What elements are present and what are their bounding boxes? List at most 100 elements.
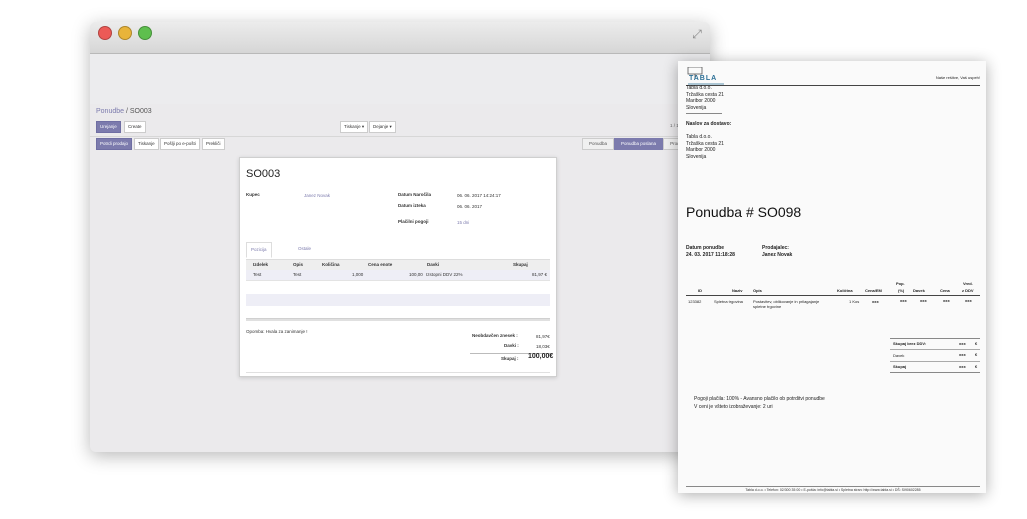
row-quantity: 1 Kos [849, 299, 860, 304]
row-product: Test [253, 272, 262, 277]
company-line: Slovenija [686, 104, 707, 111]
row-name: Spletna trgovina [714, 299, 743, 304]
col-tax: Davek [913, 288, 925, 293]
add-line-row[interactable] [246, 294, 550, 306]
edit-button[interactable]: Urejanje [96, 121, 121, 133]
total-label: Skupaj : [501, 356, 519, 361]
taxes-label: Davki : [504, 343, 519, 348]
col-id: ID [698, 288, 702, 293]
delivery-label: Naslov za dostavo: [686, 121, 732, 127]
row-discount: xxx [900, 298, 907, 303]
minimize-window-button[interactable] [118, 26, 132, 40]
footer-rule [686, 486, 980, 487]
row-id: 123382 [688, 299, 702, 304]
subtotal-currency: € [975, 341, 978, 346]
fullscreen-icon[interactable]: ⤢ [690, 27, 704, 41]
col-product[interactable]: Izdelek [253, 260, 268, 270]
breadcrumb-current: SO003 [129, 108, 152, 115]
col-quantity: Količina [837, 288, 853, 293]
expiry-date-field[interactable]: 06. 06. 2017 [457, 204, 482, 209]
order-date-label: Datum Naročila [398, 192, 432, 197]
total-value: 100,00€ [528, 353, 554, 360]
tab-other-info[interactable]: Ostale informacije [294, 242, 324, 265]
tab-order-lines[interactable]: Pozicija naročila [246, 242, 272, 266]
order-date-field[interactable]: 06. 06. 2017 14:24:17 [457, 193, 501, 198]
untaxed-amount-label: Neobdavčen znesek : [472, 333, 518, 338]
total-value: xxx [959, 364, 966, 369]
col-price: Cena [940, 288, 950, 293]
row-quantity: 1,000 [352, 272, 364, 277]
quote-date-label: Datum ponudbe [686, 245, 725, 251]
table-header-rule [686, 295, 980, 296]
row-total: 81,97 € [532, 272, 548, 277]
action-dropdown[interactable]: Dejanje ▾ [369, 121, 396, 133]
table-footer [246, 318, 550, 321]
pdf-quotation-page: TABLA Naše rešitve, Vaš uspeh! Tabla d.o… [678, 61, 986, 493]
breadcrumb: Ponudbe / SO003 [96, 108, 152, 115]
col-name: Naziv [732, 288, 743, 293]
logo-text: TABLA [689, 75, 718, 82]
col-unit-price[interactable]: Cena enote [368, 260, 392, 270]
tax-currency: € [975, 352, 978, 357]
col-taxes[interactable]: Davki [427, 260, 439, 270]
control-panel-divider [90, 136, 710, 137]
sheet-bottom-line [246, 372, 550, 373]
close-window-button[interactable] [98, 26, 112, 40]
top-nav-band [90, 54, 710, 104]
stage-quotation[interactable]: Ponudba [582, 138, 615, 150]
col-discount-bottom: (%) [898, 288, 905, 293]
window-titlebar: ⤢ [90, 22, 710, 54]
breadcrumb-parent[interactable]: Ponudbe [96, 108, 124, 115]
row-value: xxx [965, 298, 972, 303]
salesperson-label: Prodajalec: [762, 245, 789, 251]
subtotal-label: Skupaj brez DDV: [893, 341, 927, 346]
row-taxes: Izstopni DDV 22% [426, 272, 463, 277]
tabla-logo: TABLA [687, 66, 725, 85]
table-row[interactable]: Test Test 1,000 100,00 Izstopni DDV 22% … [246, 270, 550, 281]
payment-terms: Pogoji plačila: 100% - Avansno plačilo o… [694, 396, 825, 402]
totals-bottom-rule [890, 372, 980, 373]
create-button[interactable]: Create [124, 121, 146, 133]
col-discount-top: Pop. [896, 281, 905, 286]
taxes-value: 18,03€ [536, 344, 550, 349]
col-quantity[interactable]: Količina [322, 260, 340, 270]
company-slogan: Naše rešitve, Vaš uspeh! [935, 75, 980, 80]
print-button[interactable]: Tiskanje [134, 138, 159, 150]
row-tax: xxx [920, 298, 927, 303]
zoom-window-button[interactable] [138, 26, 152, 40]
document-title: Ponudba # SO098 [686, 204, 802, 220]
quote-date-value: 24. 03. 2017 11:18:28 [686, 252, 735, 258]
total-currency: € [975, 364, 978, 369]
total-label: Skupaj [893, 364, 907, 369]
customer-label: Kupec [246, 192, 260, 197]
confirm-sale-button[interactable]: Potrdi prodajo [96, 138, 133, 150]
company-address: Tabla d.o.o. Tržaška cesta 21 Maribor 20… [686, 85, 724, 111]
col-unit-price: Cena/EM [865, 288, 882, 293]
payment-terms-label: Plačilni pogoji [398, 219, 429, 224]
order-note[interactable]: Opomba: Hvala za zanimanje ! [246, 329, 308, 334]
stage-quotation-sent[interactable]: Ponudba poslana [614, 138, 664, 150]
payment-terms-field[interactable]: 15 dni [457, 220, 469, 225]
customer-field[interactable]: Janez Novak [304, 193, 330, 198]
col-description[interactable]: Opis [293, 260, 303, 270]
row-price: xxx [943, 298, 950, 303]
send-email-button[interactable]: Pošlji po e-pošti [160, 138, 200, 150]
header-rule [686, 85, 980, 86]
totals-rule [890, 361, 980, 362]
delivery-address: Tabla d.o.o. Tržaška cesta 21 Maribor 20… [686, 134, 724, 160]
print-dropdown[interactable]: Tiskanje ▾ [340, 121, 369, 133]
row-unit-price: xxx [872, 299, 879, 304]
address-underline [686, 113, 722, 114]
cancel-button[interactable]: Prekliči [202, 138, 225, 150]
page-footer: Tabla d.o.o. • Telefon: 02/300 35 00 • E… [745, 488, 921, 492]
untaxed-amount-value: 81,97€ [536, 334, 550, 339]
expiry-date-label: Datum izteka [398, 203, 426, 208]
col-value-bottom: z DDV [962, 288, 974, 293]
col-description: Opis [753, 288, 762, 293]
col-total[interactable]: Skupaj [513, 260, 528, 270]
row-description: Test [293, 272, 302, 277]
col-value-top: Vred. [963, 281, 973, 286]
salesperson-value: Janez Novak [762, 252, 793, 258]
totals-rule [890, 349, 980, 350]
subtotal-value: xxx [959, 341, 966, 346]
